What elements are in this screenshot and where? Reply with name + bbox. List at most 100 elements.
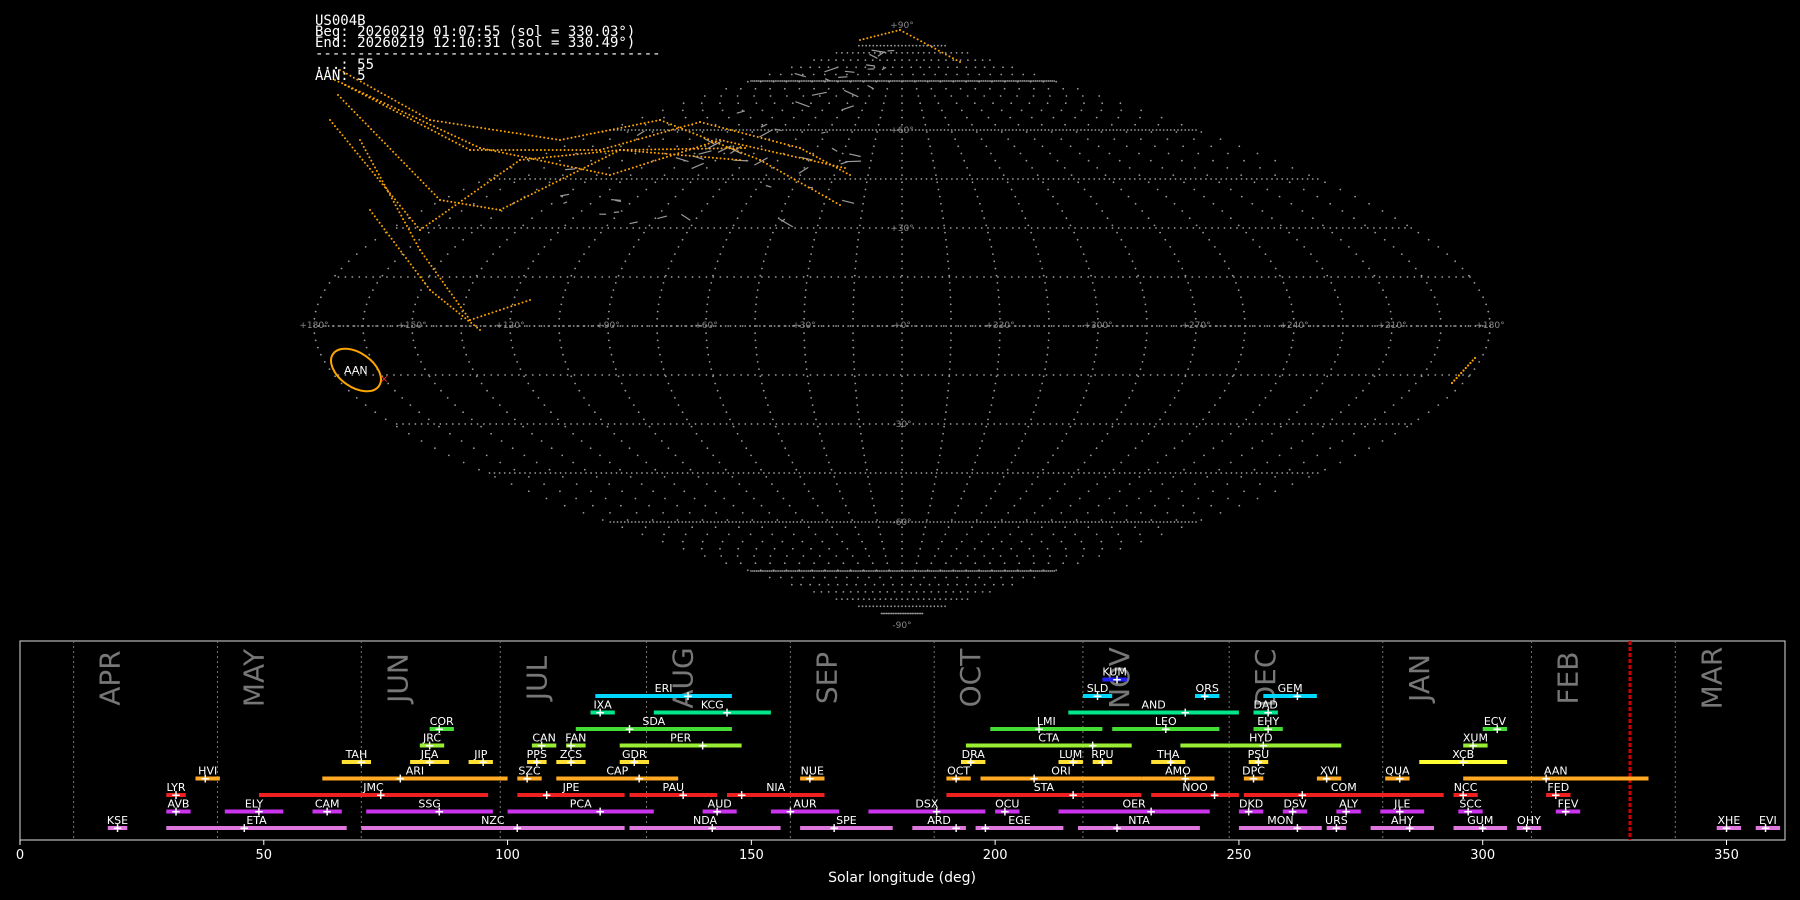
grid-dot (861, 80, 864, 82)
grid-dot (420, 374, 423, 376)
grid-dot (792, 521, 795, 523)
grid-dot (313, 317, 316, 320)
meteor-trail-dot (472, 204, 475, 207)
grid-dot (1118, 159, 1121, 162)
grid-dot (1051, 129, 1054, 131)
grid-dot (974, 461, 976, 464)
grid-dot (1045, 80, 1048, 82)
grid-dot (604, 152, 607, 155)
grid-dot (1256, 497, 1259, 500)
grid-dot (706, 116, 709, 119)
grid-dot (668, 526, 670, 529)
grid-dot (749, 129, 752, 131)
grid-dot (1073, 472, 1075, 474)
meteor-trail-dot (492, 128, 494, 131)
grid-dot (1198, 276, 1201, 278)
grid-dot (846, 66, 848, 69)
month-label: SEP (810, 652, 843, 704)
meteor-trail-dot (397, 108, 400, 111)
meteor-trail-dot (400, 159, 403, 162)
grid-dot (1040, 109, 1043, 112)
grid-dot (1163, 374, 1166, 376)
meteor-trail-dot (476, 126, 479, 129)
meteor-trail-dot (601, 130, 604, 133)
grid-dot (769, 238, 772, 241)
grid-dot (926, 80, 929, 82)
meteor-trail-dot (460, 199, 463, 202)
grid-dot (778, 80, 780, 82)
grid-dot (1191, 521, 1194, 523)
grid-dot (837, 423, 840, 425)
grid-dot (901, 483, 903, 485)
meteor-trail-dot (442, 199, 445, 202)
grid-dot (1433, 296, 1436, 299)
grid-dot (652, 129, 655, 131)
meteor-trail-dot (551, 149, 554, 151)
grid-dot (1193, 138, 1195, 141)
grid-dot (868, 167, 871, 169)
grid-dot (807, 80, 810, 82)
grid-dot (1330, 276, 1332, 278)
grid-dot (944, 605, 946, 608)
grid-dot (681, 188, 684, 191)
grid-dot (880, 80, 883, 82)
grid-dot (1220, 178, 1223, 180)
grid-dot (923, 570, 925, 572)
grid-dot (1142, 423, 1145, 425)
grid-dot (809, 570, 812, 572)
grid-dot (913, 276, 916, 278)
grid-dot (1159, 521, 1161, 523)
meteor-trail-dot (499, 129, 502, 132)
grid-dot (552, 374, 555, 376)
grid-dot (858, 570, 860, 572)
grid-dot (1439, 332, 1442, 335)
grid-dot (525, 276, 527, 278)
grid-dot (677, 521, 680, 523)
grid-dot (754, 310, 757, 313)
grid-dot (1389, 339, 1392, 342)
grid-dot (850, 227, 852, 229)
grid-dot (534, 472, 537, 474)
grid-dot (1321, 267, 1324, 270)
grid-dot (1266, 461, 1269, 464)
grid-dot (990, 246, 993, 248)
meteor-trail-dot (394, 99, 397, 102)
meteor-trail-dot (490, 149, 493, 152)
grid-dot (628, 397, 631, 399)
meteor-trail-dot (797, 180, 800, 183)
grid-dot (966, 598, 969, 600)
grid-dot (981, 440, 983, 442)
grid-dot (524, 178, 526, 180)
grid-dot (933, 52, 936, 54)
grid-dot (1017, 374, 1020, 376)
grid-dot (1042, 375, 1045, 378)
grid-dot (778, 472, 780, 474)
grid-dot (753, 521, 755, 523)
grid-dot (776, 80, 778, 82)
grid-dot (955, 598, 958, 600)
grid-dot (576, 227, 579, 229)
grid-dot (860, 217, 862, 220)
grid-dot (980, 540, 983, 543)
grid-dot (790, 576, 793, 579)
grid-dot (949, 346, 952, 349)
grid-dot (984, 570, 987, 572)
grid-dot (833, 476, 836, 478)
meteor-trail-dot (530, 157, 533, 160)
meteor-trail-dot (376, 218, 379, 221)
meteor-trail-dot (530, 193, 533, 196)
grid-dot (661, 540, 664, 543)
grid-dot (754, 562, 757, 565)
grid-dot (1198, 423, 1201, 425)
grid-dot (967, 59, 969, 61)
grid-dot (985, 425, 988, 428)
meteor-trail-dot (741, 144, 744, 147)
grid-dot (1288, 181, 1291, 184)
grid-dot (1165, 325, 1168, 327)
grid-dot (823, 178, 826, 180)
grid-dot (615, 472, 618, 474)
grid-dot (776, 490, 779, 493)
meteor-trail-dot (528, 157, 531, 160)
grid-dot (951, 472, 953, 474)
grid-dot (1052, 195, 1054, 198)
